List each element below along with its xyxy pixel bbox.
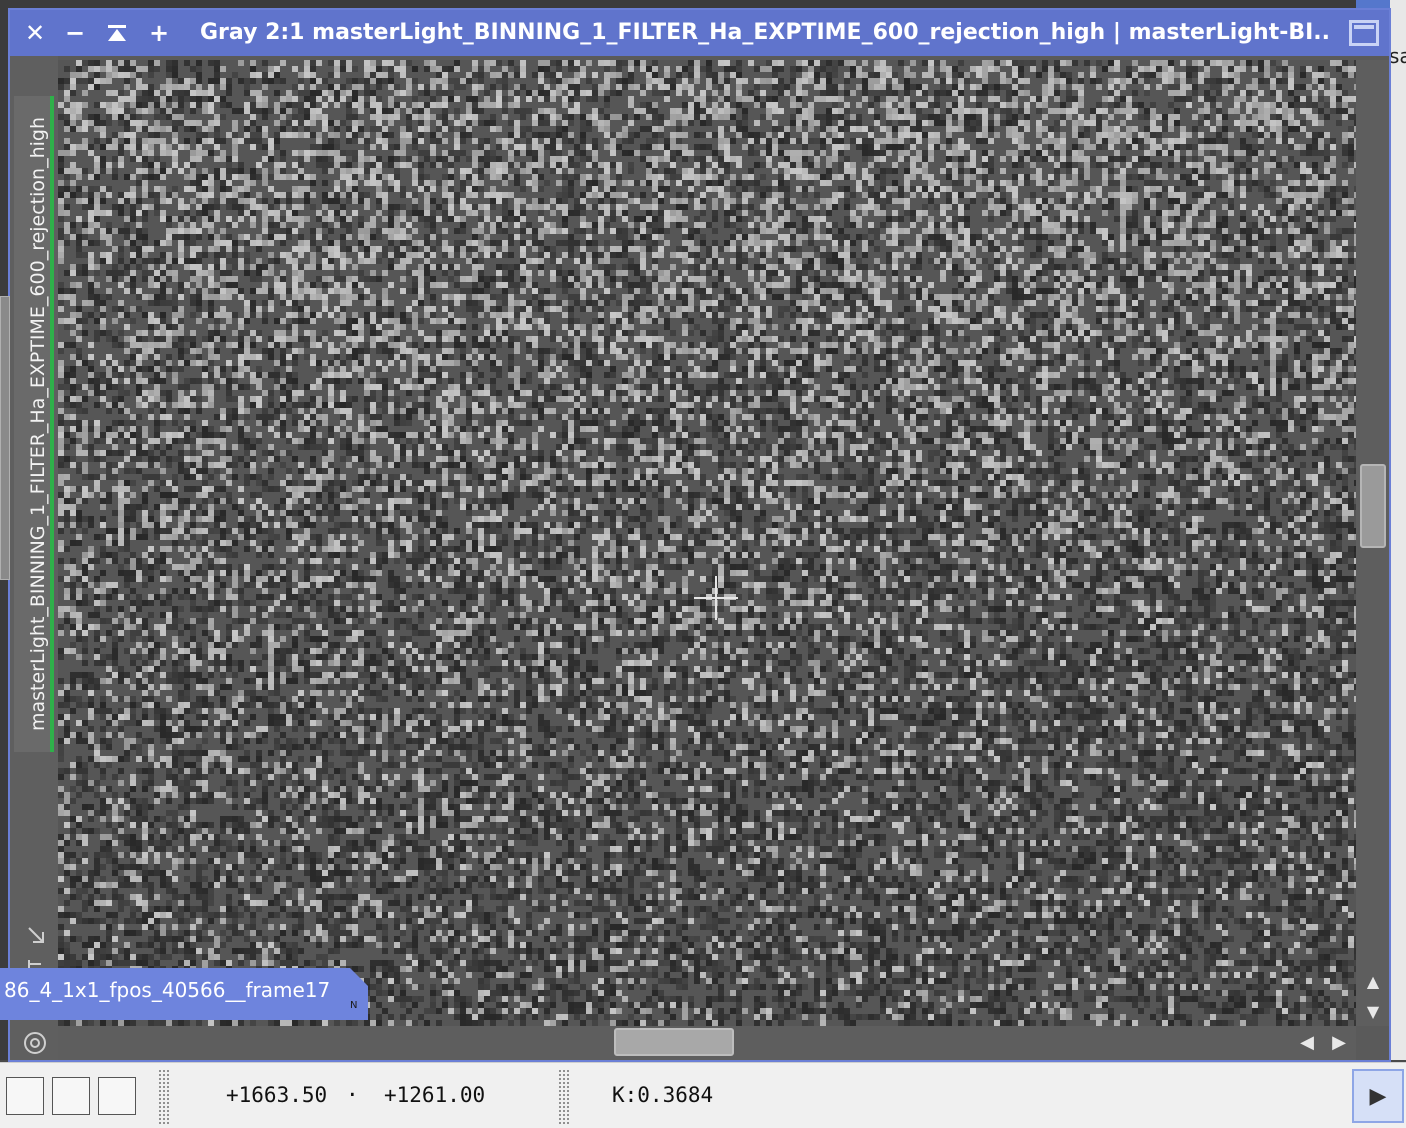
title-bar[interactable]: ✕ − + Gray 2:1 masterLight_BINNING_1_FIL… xyxy=(10,10,1389,56)
left-strip: masterLight_BINNING_1_FILTER_Ha_EXPTIME_… xyxy=(10,56,58,1060)
target-icon[interactable] xyxy=(24,1032,46,1054)
shade-icon[interactable] xyxy=(102,18,132,48)
status-box-1[interactable] xyxy=(6,1077,44,1115)
noise-image xyxy=(58,60,1356,1026)
scroll-left-icon[interactable]: ◀ xyxy=(1296,1032,1318,1054)
image-viewport[interactable] xyxy=(58,60,1356,1026)
status-bar: +1663.50 · +1261.00 K:0.3684 ▶ xyxy=(0,1062,1406,1128)
vertical-scroll-thumb[interactable] xyxy=(1360,464,1386,548)
floating-tab-label: 86_4_1x1_fpos_40566__frame17 xyxy=(4,978,330,1002)
window-client-area: masterLight_BINNING_1_FILTER_Ha_EXPTIME_… xyxy=(10,56,1389,1060)
image-window: ✕ − + Gray 2:1 masterLight_BINNING_1_FIL… xyxy=(8,8,1391,1062)
resize-icon[interactable] xyxy=(24,924,48,948)
floating-tab-mark: N xyxy=(350,1000,357,1011)
floating-image-tab[interactable]: 86_4_1x1_fpos_40566__frame17 N xyxy=(0,968,368,1020)
plus-icon[interactable]: + xyxy=(144,18,174,48)
status-grip-2[interactable] xyxy=(558,1069,570,1125)
horizontal-scroll-thumb[interactable] xyxy=(614,1028,734,1056)
coordinate-x: +1663.50 xyxy=(226,1083,327,1107)
vertical-scrollbar[interactable]: ▲ ▼ xyxy=(1356,60,1389,1026)
desktop-right-text: sa xyxy=(1389,44,1406,68)
status-grip-1[interactable] xyxy=(158,1069,170,1125)
coordinate-separator: · xyxy=(346,1083,359,1107)
coordinate-y: +1261.00 xyxy=(384,1083,485,1107)
status-box-2[interactable] xyxy=(52,1077,90,1115)
play-icon[interactable]: ▶ xyxy=(1352,1069,1404,1123)
maximize-icon[interactable] xyxy=(1349,20,1379,46)
vertical-tab-label-wrap: masterLight_BINNING_1_FILTER_Ha_EXPTIME_… xyxy=(18,96,58,752)
status-box-3[interactable] xyxy=(98,1077,136,1115)
pixel-value: K:0.3684 xyxy=(612,1083,713,1107)
scroll-up-icon[interactable]: ▲ xyxy=(1362,972,1384,991)
close-icon[interactable]: ✕ xyxy=(20,18,50,48)
scroll-down-icon[interactable]: ▼ xyxy=(1362,1002,1384,1021)
image-vertical-tab[interactable]: masterLight_BINNING_1_FILTER_Ha_EXPTIME_… xyxy=(14,96,54,752)
vertical-tab-label: masterLight_BINNING_1_FILTER_Ha_EXPTIME_… xyxy=(27,117,49,731)
left-edge-widget[interactable] xyxy=(0,296,10,580)
minimize-icon[interactable]: − xyxy=(60,18,90,48)
scroll-right-icon[interactable]: ▶ xyxy=(1328,1032,1350,1054)
horizontal-scrollbar[interactable]: ◀ ▶ xyxy=(58,1026,1356,1060)
desktop-right-panel xyxy=(1390,0,1406,1060)
window-title: Gray 2:1 masterLight_BINNING_1_FILTER_Ha… xyxy=(200,16,1330,50)
